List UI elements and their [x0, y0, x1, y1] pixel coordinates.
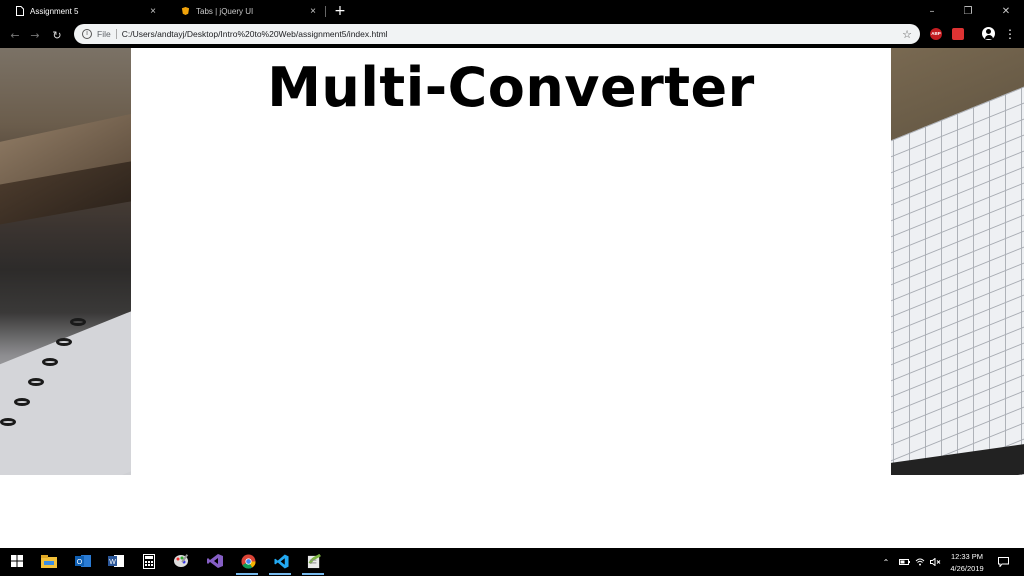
tab-jquery-ui[interactable]: Tabs | jQuery UI × [166, 0, 326, 22]
vscode-active-indicator [269, 573, 291, 575]
info-icon[interactable]: i [82, 29, 92, 39]
menu-dots-icon[interactable]: ⋮ [1004, 26, 1016, 42]
page-icon [15, 6, 24, 16]
background-image-left [0, 48, 131, 475]
visual-studio-icon[interactable] [206, 552, 224, 570]
address-bar[interactable]: i File C:/Users/andtayj/Desktop/Intro%20… [74, 24, 920, 44]
taskbar-clock[interactable]: 12:33 PM 4/26/2019 [943, 551, 991, 575]
reload-icon[interactable]: ↻ [48, 26, 66, 44]
clock-date: 4/26/2019 [950, 564, 984, 573]
tab-title: Tabs | jQuery UI [196, 6, 254, 16]
notepad-plus-active-indicator [302, 573, 324, 575]
minimize-button[interactable]: – [914, 0, 950, 22]
calculator-icon[interactable] [140, 552, 158, 570]
back-arrow-icon[interactable]: ← [6, 26, 24, 44]
background-image-right [891, 48, 1024, 475]
page-viewport: Multi-Converter [0, 48, 1024, 548]
extension-icon[interactable] [952, 28, 964, 40]
notifications-icon[interactable] [994, 548, 1012, 576]
adblock-plus-icon[interactable]: ABP [930, 28, 942, 40]
tab-strip: Assignment 5 × Tabs | jQuery UI × + – ❐ … [0, 0, 1024, 22]
close-window-button[interactable]: ✕ [988, 0, 1024, 22]
tab-close-icon[interactable]: × [146, 6, 160, 17]
maximize-button[interactable]: ❐ [950, 0, 986, 22]
chrome-icon[interactable] [239, 552, 257, 570]
forward-arrow-icon[interactable]: → [26, 26, 44, 44]
bookmark-star-icon[interactable]: ☆ [900, 28, 914, 41]
page-title: Multi-Converter [267, 56, 755, 119]
scheme-label: File [97, 29, 111, 39]
word-icon[interactable]: W [107, 552, 125, 570]
main-content: Multi-Converter [131, 48, 891, 475]
file-explorer-icon[interactable] [40, 552, 58, 570]
windows-taskbar: O W ⌃ [0, 548, 1024, 576]
new-tab-button[interactable]: + [333, 2, 347, 20]
clock-time: 12:33 PM [950, 552, 984, 561]
svg-text:W: W [109, 559, 116, 566]
wifi-icon[interactable] [913, 548, 927, 576]
tab-assignment-5[interactable]: Assignment 5 × [0, 0, 166, 22]
show-hidden-icons-icon[interactable]: ⌃ [880, 548, 892, 576]
outlook-icon[interactable]: O [74, 552, 92, 570]
tab-separator [325, 6, 326, 17]
profile-icon[interactable] [982, 27, 995, 40]
battery-icon[interactable] [897, 548, 911, 576]
chrome-active-indicator [236, 573, 258, 575]
tab-title: Assignment 5 [30, 6, 79, 16]
url-text[interactable]: C:/Users/andtayj/Desktop/Intro%20to%20We… [122, 29, 900, 39]
omnibox-divider [115, 29, 117, 39]
notepad-plus-icon[interactable] [305, 552, 323, 570]
windows-start-icon[interactable] [8, 552, 26, 570]
jquery-icon [181, 6, 190, 16]
paint-icon[interactable] [173, 552, 191, 570]
svg-text:O: O [77, 559, 83, 566]
volume-muted-icon[interactable] [928, 548, 942, 576]
tab-close-icon[interactable]: × [306, 6, 320, 17]
vscode-icon[interactable] [272, 552, 290, 570]
